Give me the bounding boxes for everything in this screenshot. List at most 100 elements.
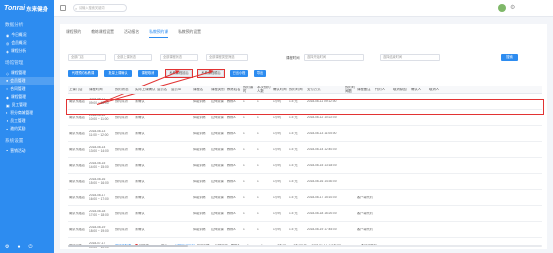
sidebar-item[interactable]: ◆ 课程管理 <box>0 93 54 101</box>
table-cell: 南京东路店 <box>69 195 85 199</box>
sidebar: Tonrai 东来健身 数据分析 ◉ 今日概况 ◎ 会员概况 ◈ 课程分析 场馆管理 ◇ 课程管理 ●… <box>0 0 54 253</box>
search-input[interactable]: ⌕ 请输入搜索关键词 <box>73 4 127 12</box>
table-cell: 2018-06-14 12:40:00 <box>307 147 337 151</box>
sidebar-item[interactable]: ◇ 课程管理 <box>0 69 54 77</box>
column-header[interactable]: 预约状态 <box>114 88 134 92</box>
table-cell: 2018-06-16 15:00 ~ 16:00 <box>89 177 109 185</box>
table-cell: 2018-06-18 17:00 ~ 18:00 <box>89 209 109 217</box>
table-row[interactable]: 南京东路店 2018-06-18 17:00 ~ 18:00 预约成功 未确认 体能训练… <box>68 206 542 222</box>
nav-icon: ◉ <box>6 33 10 38</box>
sidebar-item[interactable]: ◑ 员工管理 <box>0 117 54 125</box>
column-header[interactable]: 本次预约人数 <box>256 86 272 93</box>
filter-bar: 全部门店 全部上课状态 全部课程状态 全部课程类型筛选 课程时间 选择开始时间 … <box>68 54 543 62</box>
tab[interactable]: 教练课程设置 <box>91 30 114 38</box>
table-cell: 南京东路店 <box>69 131 85 135</box>
table-cell: 1小时 <box>273 179 282 183</box>
nav-icon: ◑ <box>6 119 9 123</box>
table-cell: 体能训练 <box>193 227 206 231</box>
column-header[interactable]: 代约人 <box>374 88 392 92</box>
sidebar-item-label: 会员概况 <box>11 40 27 45</box>
table-cell: 南京东路店 <box>69 227 85 231</box>
column-header[interactable]: 确认人 <box>410 88 428 92</box>
sidebar-item[interactable]: ◒ 邀约奖励 <box>0 125 54 133</box>
column-header[interactable]: 教练姓名 <box>226 88 242 92</box>
table-cell: 预约成功 <box>115 147 128 151</box>
table-cell: 教练A <box>227 179 236 183</box>
tab[interactable]: 课程预约 <box>66 30 81 38</box>
table-cell: 1 <box>257 147 259 151</box>
settings-icon[interactable]: ⚙ <box>5 244 9 250</box>
sidebar-bottom: ⚙ ● ⏻ <box>5 244 32 250</box>
sidebar-item[interactable]: ◓ 营销活动 <box>0 147 54 155</box>
table-row[interactable]: 南京东路店 2018-06-17 16:00 ~ 17:00 预约成功 未确认 体能训练… <box>68 190 542 206</box>
column-header[interactable]: 课程备注 <box>356 88 374 92</box>
sidebar-item-label: 营销活动 <box>10 148 26 153</box>
column-header[interactable]: 支付方式 <box>306 88 344 92</box>
tab[interactable]: 活动报名 <box>124 30 139 38</box>
column-header[interactable]: 取消人 <box>428 88 446 92</box>
miniprogram-button[interactable]: 已出小程 <box>230 70 248 77</box>
table-row[interactable]: 南京东路店 2018-06-13 11:00 ~ 12:00 预约成功 未确认 体能训练… <box>68 126 542 142</box>
gym-select[interactable]: 全部门店 <box>68 54 106 61</box>
batch-confirm-button[interactable]: 批量上课确认 <box>104 70 132 77</box>
table-cell: 南京东路店 <box>69 147 85 151</box>
sidebar-item[interactable]: ▣ 员工管理 <box>0 101 54 109</box>
column-header[interactable]: 会员名 <box>156 88 170 92</box>
sidebar-item[interactable]: ○ 合同管理 <box>0 85 54 93</box>
highlight-row <box>66 99 544 115</box>
sidebar-item[interactable]: ◐ 积分商城管理 <box>0 109 54 117</box>
date-end-input[interactable]: 选择结束时间 <box>380 54 440 61</box>
power-icon[interactable]: ⏻ <box>29 244 33 250</box>
table-cell: 1 <box>243 131 245 135</box>
column-header[interactable]: 课程类别 <box>210 88 226 92</box>
horizontal-scrollbar[interactable] <box>68 245 542 247</box>
scrollbar-thumb[interactable] <box>68 245 188 247</box>
column-header[interactable]: 预约课时 <box>242 86 256 93</box>
course-type-select[interactable]: 全部上课状态 <box>114 54 152 61</box>
column-header[interactable]: 上课门店 <box>68 88 88 92</box>
table-row[interactable]: 南京东路店 2018-06-15 14:00 ~ 15:00 预约成功 未确认 体能训练… <box>68 158 542 174</box>
table-row[interactable]: 南京东路店 2018-06-19 18:00 ~ 19:00 预约成功 未确认 体能训练… <box>68 222 542 238</box>
table-cell: 1 <box>257 211 259 215</box>
column-header[interactable]: 确认时间 <box>272 88 288 92</box>
menu-toggle-icon[interactable] <box>60 5 66 11</box>
status-select[interactable]: 全部课程类型筛选 <box>206 54 248 61</box>
column-header[interactable]: 课程时间 <box>88 88 114 92</box>
column-header[interactable]: 预约时间戳 <box>344 86 356 93</box>
nav-icon: ◐ <box>6 111 9 115</box>
table-cell: 1.5 元 <box>289 211 298 215</box>
tab[interactable]: 私教预约设置 <box>178 30 201 38</box>
proxy-book-button[interactable]: 代理预约私教课 <box>68 70 98 77</box>
column-header[interactable]: 实际上课确认 <box>134 88 156 92</box>
table-cell: 教练A <box>227 211 236 215</box>
sidebar-section-title: 场馆管理 <box>5 60 24 65</box>
column-header[interactable]: 会员ID <box>170 88 192 92</box>
cancel-course-button[interactable]: 课程取消 <box>138 70 158 77</box>
table-cell: 未确认 <box>135 131 145 135</box>
gear-icon[interactable]: ⚙ <box>510 4 515 12</box>
table-cell: 未确认 <box>135 211 145 215</box>
table-cell: 1 <box>243 211 245 215</box>
sidebar-item[interactable]: ◈ 课程分析 <box>0 47 54 55</box>
tab[interactable]: 私教预约课 <box>149 30 169 38</box>
sidebar-item[interactable]: ◎ 会员概况 <box>0 39 54 47</box>
table-row[interactable]: 南京东路店 2018-06-14 13:00 ~ 14:00 预约成功 未确认 体能训练… <box>68 142 542 158</box>
app-logo[interactable]: Tonrai 东来健身 <box>0 0 54 17</box>
nav-icon: ◇ <box>6 71 9 76</box>
date-start-input[interactable]: 选择开始时间 <box>304 54 364 61</box>
user-icon[interactable]: ● <box>17 244 20 250</box>
sidebar-item[interactable]: ◉ 今日概况 <box>0 31 54 39</box>
coach-select[interactable]: 全部课程状态 <box>160 54 198 61</box>
column-header[interactable]: 预约时间 <box>288 88 306 92</box>
table-cell: 拉伸类课 <box>211 131 224 135</box>
column-header[interactable]: 课程名 <box>192 88 210 92</box>
sidebar-item-label: 今日概况 <box>11 32 27 37</box>
sidebar-item[interactable]: ● 会员管理 <box>0 77 54 85</box>
column-header[interactable]: 取消原因 <box>392 88 410 92</box>
table-cell: 南京东路店 <box>69 163 85 167</box>
avatar[interactable] <box>498 4 506 12</box>
search-button[interactable]: 搜索 <box>501 54 518 61</box>
table-cell: 1小时 <box>273 211 282 215</box>
table-row[interactable]: 南京东路店 2018-06-16 15:00 ~ 16:00 预约成功 未确认 体能训练… <box>68 174 542 190</box>
export-button[interactable]: 导出 <box>254 70 266 77</box>
